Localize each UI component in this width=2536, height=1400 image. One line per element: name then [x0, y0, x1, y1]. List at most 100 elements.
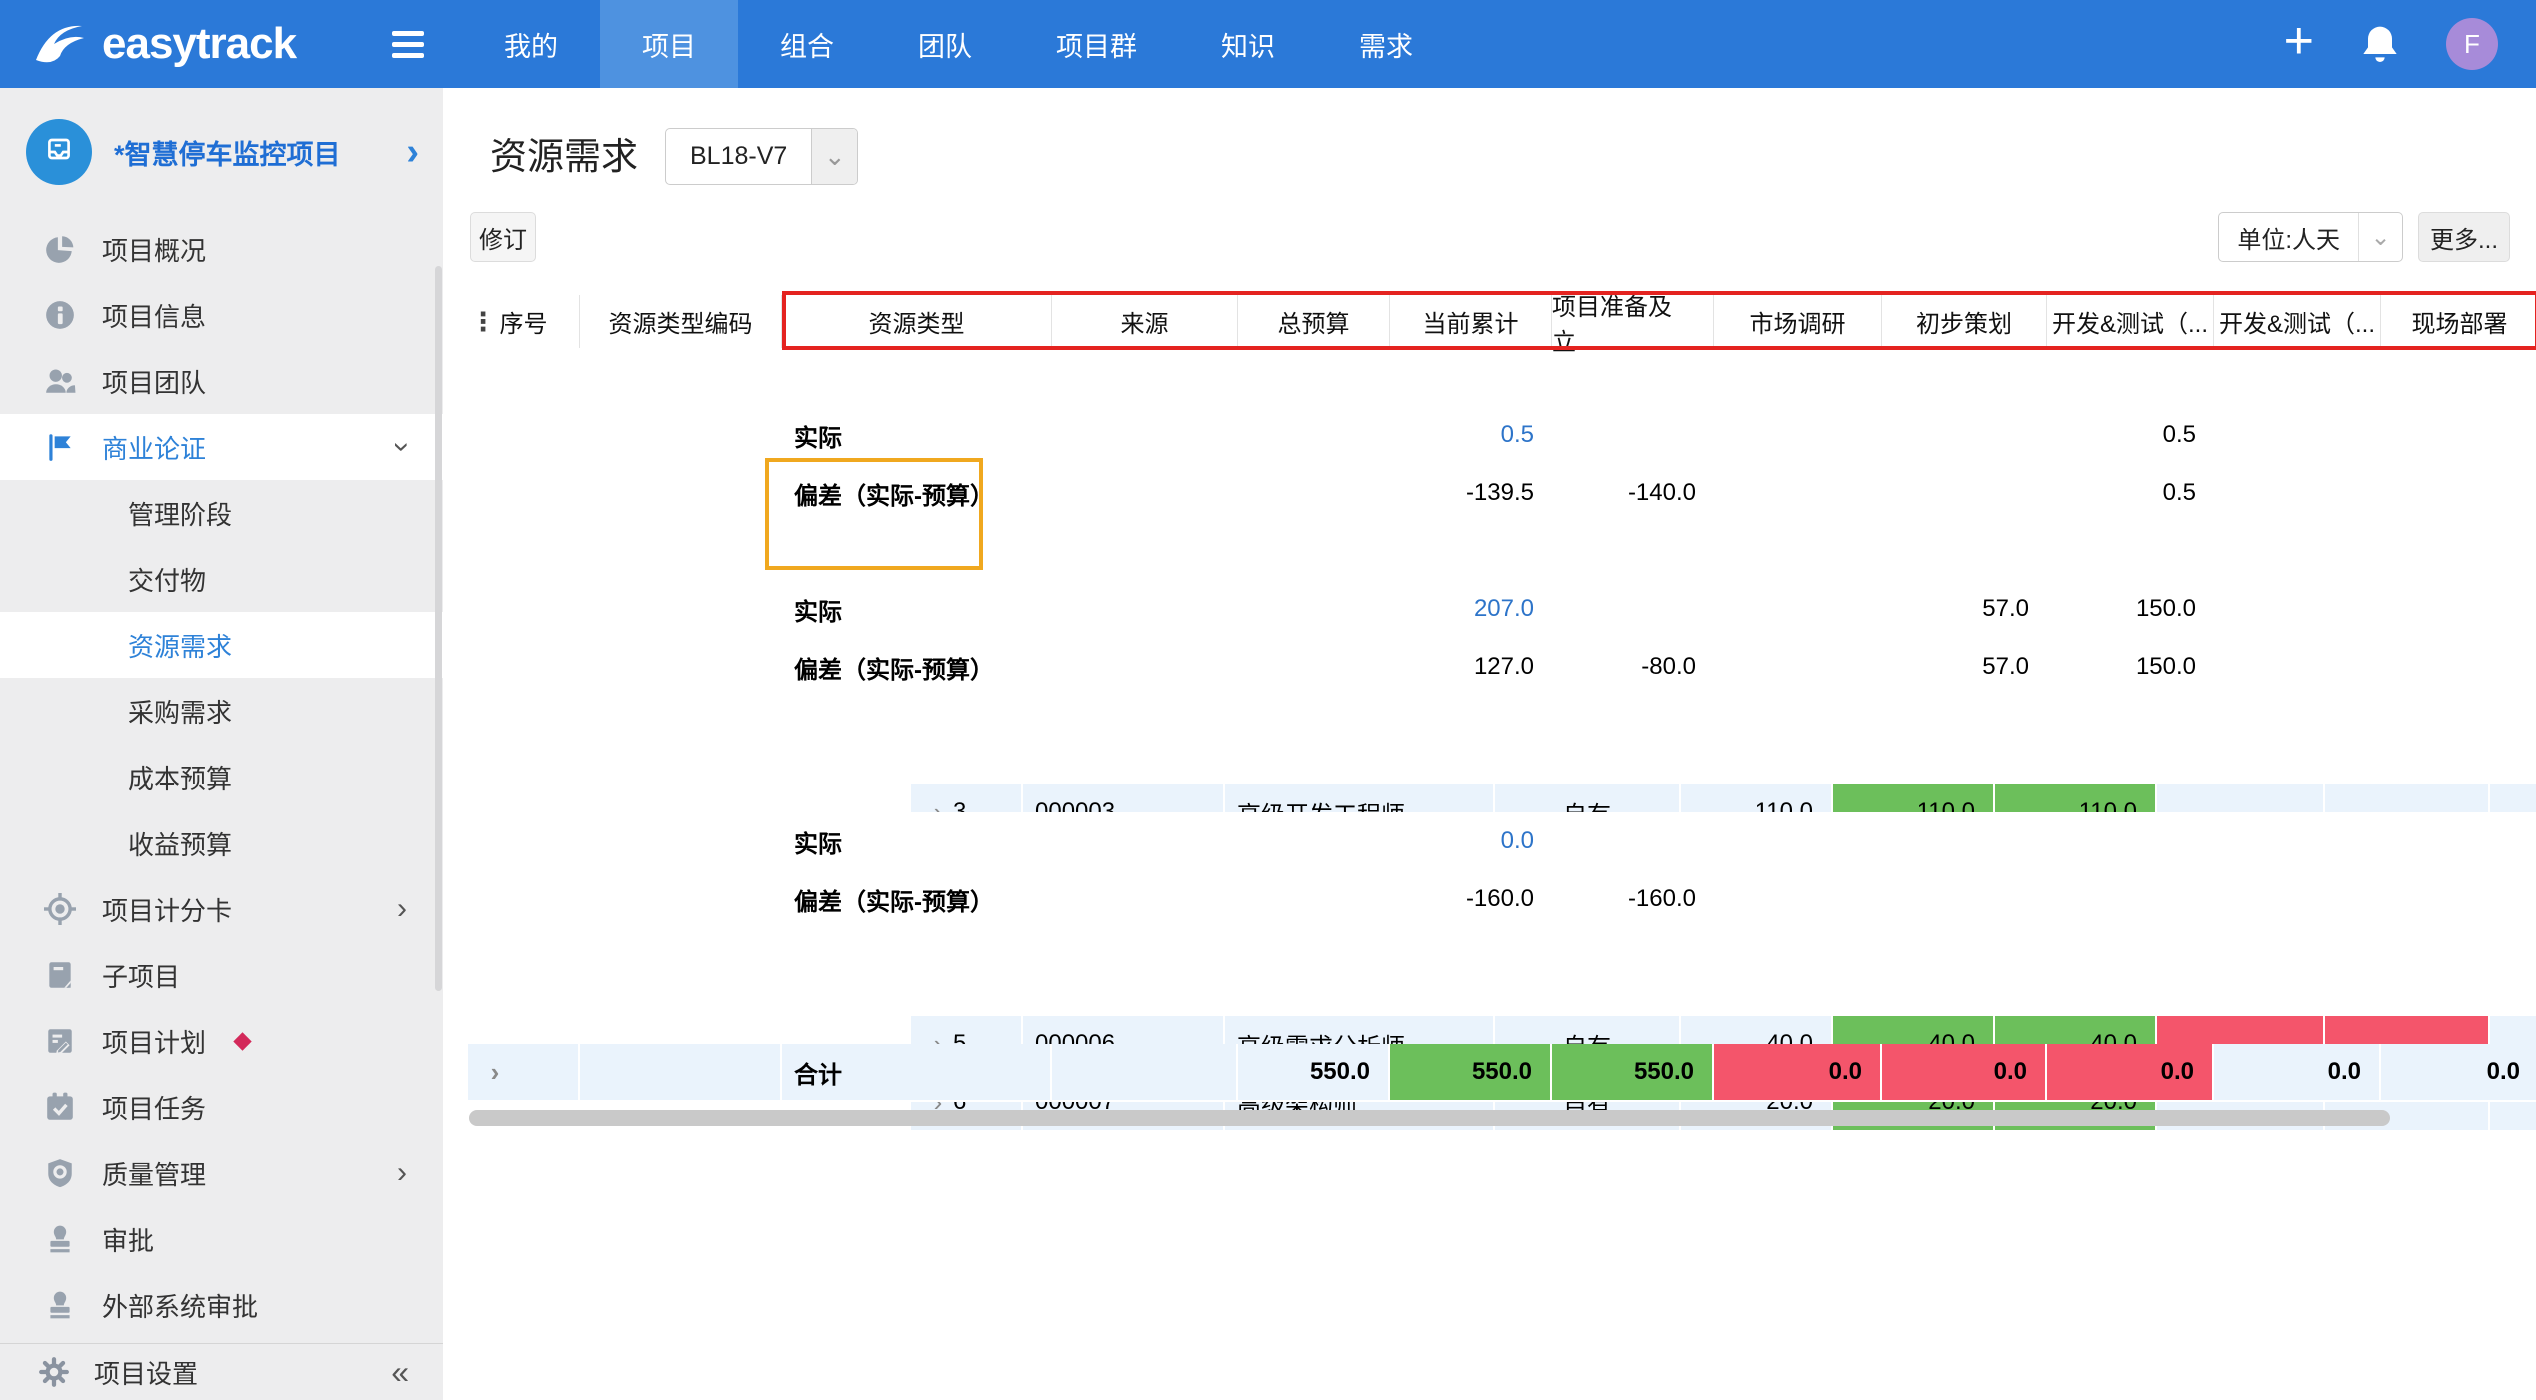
nav-item-project[interactable]: 项目	[600, 0, 738, 88]
cell-plan	[1882, 812, 2047, 870]
cell-dev2	[2214, 406, 2381, 464]
unit-dropdown[interactable]: 单位:人天 ⌄	[2218, 212, 2403, 262]
table-row[interactable]: 实际0.50.5	[468, 406, 2536, 464]
nav-item-knowledge[interactable]: 知识	[1179, 0, 1317, 88]
sidebar-item-deliverables[interactable]: 交付物	[0, 546, 443, 612]
user-avatar[interactable]: F	[2446, 18, 2498, 70]
cell-value: -160.0	[1628, 885, 1696, 913]
cell-deploy	[2381, 870, 2536, 928]
cell-value[interactable]: 0.0	[1501, 827, 1534, 855]
sidebar-item-tasks[interactable]: 项目任务	[0, 1074, 443, 1140]
column-header-budget[interactable]: 总预算	[1238, 295, 1390, 348]
cell-budget	[1238, 812, 1390, 870]
table-row[interactable]: 实际0.0	[468, 812, 2536, 870]
hamburger-menu-icon[interactable]	[392, 31, 424, 58]
project-name: *智慧停车监控项目	[114, 133, 341, 172]
nav-item-my[interactable]: 我的	[462, 0, 600, 88]
sidebar-item-resource-demand[interactable]: 资源需求	[0, 612, 443, 678]
nav-item-portfolio[interactable]: 组合	[738, 0, 876, 88]
sidebar-item-approval[interactable]: 审批	[0, 1206, 443, 1272]
target-icon	[44, 893, 76, 925]
sidebar-item-business-case[interactable]: 商业论证 ›	[0, 414, 443, 480]
column-header-dev2[interactable]: 开发&测试（...	[2214, 295, 2381, 348]
cell-value[interactable]: 207.0	[1474, 595, 1534, 623]
sidebar-item-overview[interactable]: 项目概况	[0, 216, 443, 282]
sidebar-scrollbar[interactable]	[435, 266, 442, 991]
chevron-right-icon[interactable]: ›	[397, 1158, 407, 1188]
column-header-type[interactable]: 资源类型	[782, 295, 1052, 348]
chevron-right-icon[interactable]: ›	[406, 133, 419, 171]
column-header-label: 开发&测试（...	[2219, 304, 2375, 339]
column-header-label: 现场部署	[2412, 304, 2508, 339]
table-row[interactable]: 实际207.057.0150.0	[468, 580, 2536, 638]
cell-dev2	[2214, 812, 2381, 870]
column-header-current[interactable]: 当前累计	[1390, 295, 1552, 348]
sidebar-item-stage[interactable]: 管理阶段	[0, 480, 443, 546]
cell-market: 0.0	[1714, 1044, 1882, 1100]
chevron-right-icon[interactable]: ›	[397, 894, 407, 924]
nav-item-team[interactable]: 团队	[876, 0, 1014, 88]
nav-item-program[interactable]: 项目群	[1014, 0, 1179, 88]
cell-seq: ›	[468, 1044, 580, 1100]
cell-value: -140.0	[1628, 479, 1696, 507]
sidebar-item-label: 管理阶段	[128, 495, 232, 532]
column-header-source[interactable]: 来源	[1052, 295, 1238, 348]
table-row-total[interactable]: ›合计550.0550.0550.00.00.00.00.00.0	[468, 1044, 2536, 1102]
cell-value: 合计	[794, 1055, 842, 1090]
drag-handle-icon[interactable]: ⋮	[470, 306, 494, 337]
column-header-deploy[interactable]: 现场部署	[2381, 295, 2536, 348]
sidebar-item-scorecard[interactable]: 项目计分卡›	[0, 876, 443, 942]
sidebar-item-benefit-budget[interactable]: 收益预算	[0, 810, 443, 876]
bell-icon[interactable]	[2360, 22, 2400, 66]
cell-prep: -160.0	[1552, 870, 1714, 928]
column-header-dev1[interactable]: 开发&测试（...	[2047, 295, 2214, 348]
project-card[interactable]: *智慧停车监控项目 ›	[0, 88, 443, 216]
sidebar-item-subproject[interactable]: 子项目	[0, 942, 443, 1008]
sidebar-item-info[interactable]: 项目信息	[0, 282, 443, 348]
column-header-prep[interactable]: 项目准备及立...	[1552, 295, 1714, 348]
column-header-plan[interactable]: 初步策划	[1882, 295, 2047, 348]
table-row[interactable]: 偏差（实际-预算）-139.5-140.00.5	[468, 464, 2536, 522]
plus-icon[interactable]: +	[2284, 15, 2314, 67]
sidebar-item-plan[interactable]: 项目计划	[0, 1008, 443, 1074]
row-expand-chevron-right-icon[interactable]: ›	[480, 1059, 510, 1085]
table-row[interactable]: 偏差（实际-预算）127.0-80.057.0150.0	[468, 638, 2536, 696]
sidebar-item-label: 收益预算	[128, 825, 232, 862]
version-dropdown[interactable]: BL18-V7 ⌄	[665, 128, 858, 185]
more-button[interactable]: 更多...	[2418, 212, 2510, 262]
cell-dev1: 0.0	[2047, 1044, 2214, 1100]
column-header-code[interactable]: 资源类型编码	[580, 295, 782, 348]
cell-current: 207.0	[1390, 580, 1552, 638]
column-header-market[interactable]: 市场调研	[1714, 295, 1882, 348]
cell-value[interactable]: 0.5	[1501, 421, 1534, 449]
cell-plan: 0.0	[1882, 1044, 2047, 1100]
column-header-seq[interactable]: ⋮序号	[468, 295, 580, 348]
chevron-down-icon: ⌄	[2358, 213, 2402, 261]
sidebar-item-label: 采购需求	[128, 693, 232, 730]
sidebar-item-external-approval[interactable]: 外部系统审批	[0, 1272, 443, 1338]
easytrack-logo[interactable]: easytrack	[0, 16, 330, 72]
flag-icon	[44, 431, 76, 463]
chevron-down-icon[interactable]: ›	[387, 442, 417, 452]
cell-seq	[468, 638, 580, 696]
sidebar-item-procurement[interactable]: 采购需求	[0, 678, 443, 744]
revise-button[interactable]: 修订	[470, 212, 536, 262]
sidebar-item-quality[interactable]: 质量管理›	[0, 1140, 443, 1206]
sidebar-item-cost-budget[interactable]: 成本预算	[0, 744, 443, 810]
collapse-sidebar-icon[interactable]: «	[391, 1354, 409, 1391]
cell-current: 0.0	[1390, 812, 1552, 870]
cell-budget	[1238, 638, 1390, 696]
nav-item-demand[interactable]: 需求	[1317, 0, 1455, 88]
horizontal-scrollbar[interactable]	[469, 1110, 2390, 1126]
cell-value: 550.0	[1634, 1058, 1694, 1086]
cell-dev1: 150.0	[2047, 580, 2214, 638]
table-row[interactable]: 偏差（实际-预算）-160.0-160.0	[468, 870, 2536, 928]
cell-plan	[1882, 464, 2047, 522]
sidebar-item-label: 商业论证	[102, 429, 206, 466]
sidebar-item-team[interactable]: 项目团队	[0, 348, 443, 414]
cell-type: 实际	[782, 580, 1052, 638]
cell-code	[580, 406, 782, 464]
unit-value: 单位:人天	[2219, 213, 2358, 261]
cell-plan	[1882, 406, 2047, 464]
sidebar-item-project-settings[interactable]: 项目设置 «	[0, 1343, 443, 1400]
